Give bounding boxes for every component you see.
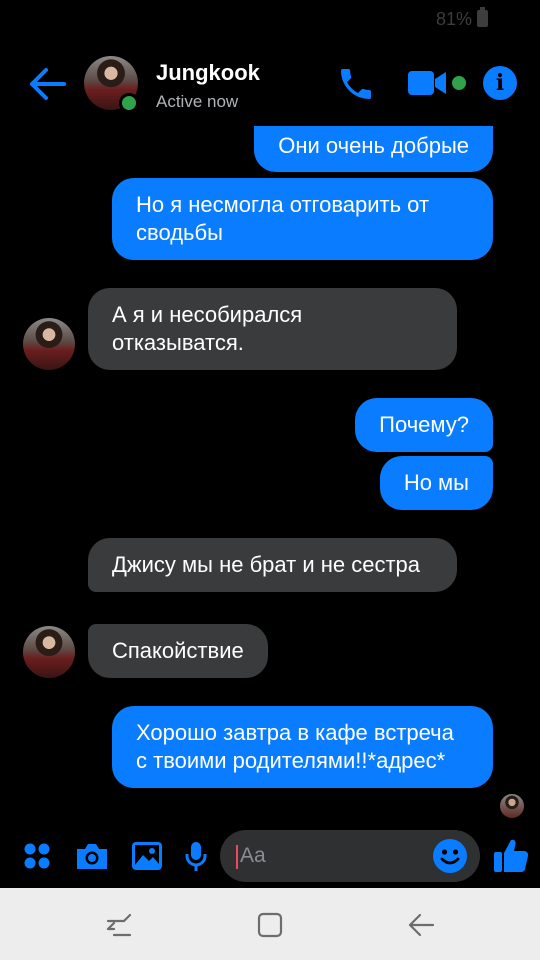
text-cursor bbox=[236, 845, 238, 869]
contact-avatar-small[interactable] bbox=[23, 318, 75, 370]
gallery-icon[interactable] bbox=[131, 840, 163, 872]
battery-percentage: 81% bbox=[435, 9, 472, 29]
message-bubble[interactable]: Спакойствие bbox=[88, 624, 268, 678]
back-arrow-icon[interactable] bbox=[28, 66, 68, 102]
menu-dots-icon[interactable] bbox=[22, 840, 52, 872]
system-nav-bar bbox=[0, 888, 540, 960]
video-camera-icon[interactable] bbox=[406, 68, 466, 98]
info-icon[interactable]: i bbox=[483, 66, 517, 100]
status-bar: 81% bbox=[0, 0, 540, 38]
battery-icon bbox=[477, 7, 488, 27]
message-list[interactable]: Они очень добрые Но я несмогла отговарит… bbox=[0, 126, 540, 826]
message-input[interactable]: Aa bbox=[220, 830, 480, 882]
emoji-icon[interactable] bbox=[432, 838, 468, 874]
seen-receipt-avatar bbox=[500, 794, 524, 818]
message-bubble[interactable]: Хорошо завтра в кафе встреча с твоими ро… bbox=[112, 706, 493, 788]
message-bubble[interactable]: Но я несмогла отговарить от сводьбы bbox=[112, 178, 493, 260]
like-icon[interactable] bbox=[492, 836, 530, 874]
recent-apps-icon[interactable] bbox=[104, 910, 134, 940]
online-indicator bbox=[119, 93, 139, 113]
message-bubble[interactable]: Почему? bbox=[355, 398, 493, 452]
message-composer: Aa bbox=[0, 826, 540, 888]
microphone-icon[interactable] bbox=[184, 840, 208, 872]
contact-avatar-small[interactable] bbox=[23, 626, 75, 678]
phone-icon[interactable] bbox=[336, 64, 376, 104]
contact-name[interactable]: Jungkook bbox=[156, 60, 260, 86]
message-bubble[interactable]: А я и несобирался отказыватся. bbox=[88, 288, 457, 370]
camera-icon[interactable] bbox=[74, 840, 110, 872]
message-bubble[interactable]: Они очень добрые bbox=[254, 126, 493, 172]
active-status: Active now bbox=[156, 92, 239, 111]
message-bubble[interactable]: Но мы bbox=[379, 456, 493, 510]
message-placeholder: Aa bbox=[240, 844, 266, 867]
back-icon[interactable] bbox=[406, 910, 436, 940]
message-bubble[interactable]: Джису мы не брат и не сестра bbox=[88, 538, 457, 592]
home-icon[interactable] bbox=[256, 910, 286, 940]
chat-header: Jungkook Active now i bbox=[0, 40, 540, 126]
